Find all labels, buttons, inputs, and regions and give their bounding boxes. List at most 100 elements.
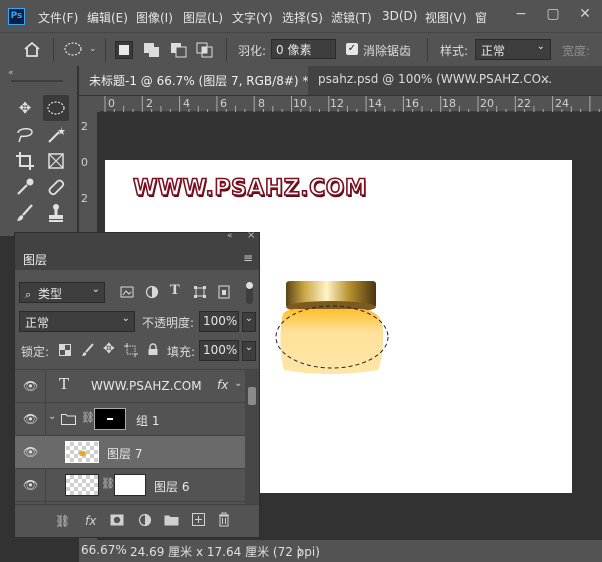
ruler-label: 4	[183, 97, 190, 110]
layer-name: WWW.PSAHZ.COM	[91, 379, 202, 393]
fx-icon[interactable]: fx	[217, 378, 228, 392]
layer-filter-select[interactable]: ⌕ 类型 ⌄	[19, 282, 105, 303]
lock-position-icon[interactable]: ✥	[103, 341, 115, 357]
maximize-button[interactable]: ▢	[537, 0, 569, 32]
link-icon[interactable]: ⛓	[101, 477, 115, 490]
chevron-down-icon: ⌄	[121, 313, 130, 324]
opacity-input[interactable]: 100%	[199, 311, 239, 332]
brush-tool-icon[interactable]	[12, 200, 38, 226]
lock-artboard-icon[interactable]	[124, 343, 138, 357]
menu-filter[interactable]: 滤镜(T)	[331, 9, 372, 26]
watermark-text: WWW.PSAHZ.COM	[132, 175, 368, 202]
lock-all-icon[interactable]	[147, 343, 159, 356]
filter-pixel-icon[interactable]	[120, 285, 134, 299]
separator	[427, 38, 428, 62]
menu-file[interactable]: 文件(F)	[38, 9, 78, 26]
marquee-tool-icon[interactable]	[43, 95, 69, 121]
delete-layer-icon[interactable]	[218, 512, 230, 527]
add-layer-style-icon[interactable]: fx	[85, 514, 96, 528]
close-button[interactable]: ✕	[569, 0, 601, 32]
eye-icon[interactable]: 👁	[23, 478, 39, 492]
eyedropper-tool-icon[interactable]	[12, 174, 38, 200]
menu-bar: Ps 文件(F) 编辑(E) 图像(I) 图层(L) 文字(Y) 选择(S) 滤…	[0, 0, 602, 32]
panel-top-bar: « ×	[15, 230, 259, 245]
layer-name: 图层 6	[154, 480, 190, 494]
new-layer-icon[interactable]	[192, 513, 205, 526]
antialias-checkbox[interactable]: ✓	[346, 43, 358, 55]
lock-transparent-pixels-icon[interactable]	[59, 344, 71, 356]
magic-wand-tool-icon[interactable]	[43, 122, 69, 148]
status-arrow-icon[interactable]: 〉	[297, 543, 309, 560]
filter-shape-icon[interactable]	[193, 285, 207, 299]
menu-layer[interactable]: 图层(L)	[183, 9, 223, 26]
chevron-down-icon[interactable]: ⌄	[48, 411, 56, 422]
subtract-selection-icon[interactable]	[169, 41, 189, 59]
opacity-label: 不透明度:	[142, 316, 195, 330]
add-selection-icon[interactable]	[142, 41, 162, 59]
style-select[interactable]: 正常 ⌄	[475, 39, 551, 60]
clone-stamp-tool-icon[interactable]	[43, 200, 69, 226]
fill-dropdown-icon[interactable]: ⌄	[242, 341, 256, 361]
panel-menu-icon[interactable]: ≡	[243, 251, 253, 265]
layer-list-scrollbar[interactable]	[245, 370, 259, 504]
search-icon: ⌕	[25, 288, 32, 301]
healing-brush-tool-icon[interactable]	[43, 174, 69, 200]
chevron-down-icon[interactable]: ⌄	[89, 44, 97, 54]
menu-3d[interactable]: 3D(D)	[382, 9, 417, 23]
feather-input[interactable]	[271, 39, 336, 59]
fill-input[interactable]: 100%	[199, 340, 239, 361]
collapse-icon[interactable]: «	[8, 68, 14, 78]
collapse-icon[interactable]: «	[227, 231, 233, 241]
layer-row-selected[interactable]: 👁 图层 7	[15, 436, 259, 469]
layer-mask-thumbnail[interactable]	[114, 474, 146, 496]
horizontal-ruler[interactable]: 0 2 4 6 8 10 12 14 16 18 20 22 24	[100, 96, 602, 112]
home-icon[interactable]	[23, 41, 41, 57]
menu-view[interactable]: 视图(V)	[425, 9, 467, 26]
minimize-button[interactable]: −	[505, 0, 537, 32]
group-mask-thumbnail[interactable]	[94, 408, 126, 430]
link-icon[interactable]: ⛓	[81, 411, 95, 424]
link-layers-icon[interactable]: ⛓	[55, 514, 70, 528]
cosmetic-jar-image[interactable]	[270, 278, 395, 378]
lasso-tool-icon[interactable]	[12, 122, 38, 148]
panel-title[interactable]: 图层	[23, 251, 47, 268]
lock-image-pixels-icon[interactable]	[81, 343, 95, 357]
new-group-icon[interactable]	[164, 514, 179, 526]
tab-label: psahz.psd @ 100% (WWW.PSAHZ.CO...	[318, 72, 553, 86]
layer-list: 👁 T WWW.PSAHZ.COM fx ⌄ 👁 ⌄ ⛓ 组 1 👁 图层 7	[15, 369, 259, 504]
zoom-level[interactable]: 66.67%	[81, 543, 127, 557]
intersect-selection-icon[interactable]	[195, 41, 215, 59]
tab-psahz-psd[interactable]: psahz.psd @ 100% (WWW.PSAHZ.CO... ×	[308, 66, 558, 95]
layer-row-group[interactable]: 👁 ⌄ ⛓ 组 1	[15, 403, 259, 436]
eye-icon[interactable]: 👁	[23, 379, 39, 393]
layer-row-masked[interactable]: 👁 ⛓ 图层 6	[15, 469, 259, 502]
filter-toggle[interactable]	[246, 282, 253, 304]
add-mask-icon[interactable]	[110, 514, 124, 526]
filter-adjustment-icon[interactable]	[145, 285, 159, 299]
menu-type[interactable]: 文字(Y)	[232, 9, 273, 26]
options-bar: ⌄ 羽化: ✓ 消除锯齿 样式: 正常 ⌄ 宽度:	[0, 32, 602, 66]
tab-untitled-1[interactable]: 未标题-1 @ 66.7% (图层 7, RGB/8#) *	[79, 66, 308, 95]
menu-select[interactable]: 选择(S)	[282, 9, 323, 26]
tab-close-icon[interactable]: ×	[540, 72, 550, 86]
layer-row-text[interactable]: 👁 T WWW.PSAHZ.COM fx ⌄	[15, 370, 259, 403]
filter-smart-object-icon[interactable]	[217, 285, 231, 299]
new-adjustment-layer-icon[interactable]	[138, 513, 152, 527]
crop-tool-icon[interactable]	[12, 148, 38, 174]
new-selection-button[interactable]	[115, 41, 133, 59]
eye-icon[interactable]: 👁	[23, 445, 39, 459]
close-panel-icon[interactable]: ×	[247, 230, 255, 241]
move-tool-icon[interactable]: ✥	[12, 95, 38, 121]
blend-mode-select[interactable]: 正常 ⌄	[19, 311, 135, 332]
eye-icon[interactable]: 👁	[23, 412, 39, 426]
document-tabs: 未标题-1 @ 66.7% (图层 7, RGB/8#) * psahz.psd…	[79, 66, 602, 95]
chevron-down-icon[interactable]: ⌄	[234, 378, 242, 389]
opacity-dropdown-icon[interactable]: ⌄	[242, 312, 256, 332]
menu-window[interactable]: 窗	[475, 9, 487, 26]
tab-label: 未标题-1 @ 66.7% (图层 7, RGB/8#) *	[89, 74, 309, 88]
filter-type-icon[interactable]: T	[170, 283, 180, 298]
frame-tool-icon[interactable]	[43, 148, 69, 174]
elliptical-marquee-icon[interactable]	[63, 42, 85, 58]
menu-edit[interactable]: 编辑(E)	[87, 9, 128, 26]
menu-image[interactable]: 图像(I)	[136, 9, 173, 26]
